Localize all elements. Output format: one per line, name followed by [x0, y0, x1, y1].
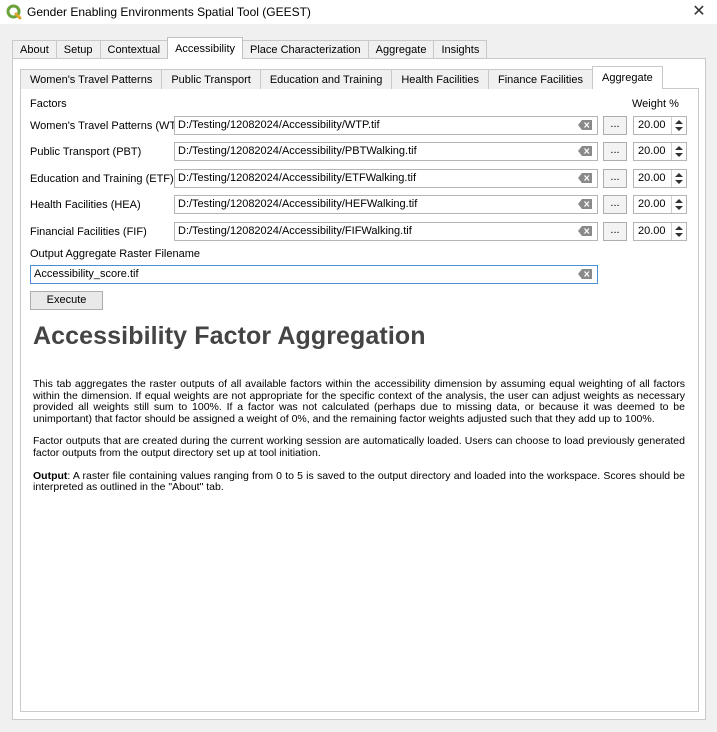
weight-value: 20.00 — [638, 225, 666, 237]
clear-icon[interactable] — [578, 146, 592, 156]
tab-aggregate[interactable]: Aggregate — [367, 40, 435, 59]
subtab-finance-facilities[interactable]: Finance Facilities — [488, 69, 593, 89]
factor-path-text: D:/Testing/12082024/Accessibility/FIFWal… — [178, 225, 412, 237]
spin-arrows-icon[interactable] — [671, 170, 686, 187]
weight-value: 20.00 — [638, 172, 666, 184]
help-paragraph-2: Factor outputs that are created during t… — [33, 435, 685, 459]
subtab-womens-travel-patterns[interactable]: Women's Travel Patterns — [20, 69, 163, 89]
weight-spinbox-etf[interactable]: 20.00 — [633, 169, 687, 188]
factor-path-text: D:/Testing/12082024/Accessibility/WTP.ti… — [178, 119, 380, 131]
subtab-education-and-training[interactable]: Education and Training — [259, 69, 393, 89]
main-tabbar: About Setup Contextual Accessibility Pla… — [12, 37, 488, 59]
output-filename-text: Accessibility_score.tif — [34, 268, 139, 280]
qgis-logo-icon — [6, 4, 22, 20]
factor-path-text: D:/Testing/12082024/Accessibility/PBTWal… — [178, 145, 417, 157]
subtab-aggregate[interactable]: Aggregate — [591, 66, 663, 89]
weight-spinbox-wtp[interactable]: 20.00 — [633, 116, 687, 135]
factor-path-fif[interactable]: D:/Testing/12082024/Accessibility/FIFWal… — [174, 222, 598, 241]
clear-icon[interactable] — [578, 173, 592, 183]
browse-button-etf[interactable]: ... — [603, 169, 627, 188]
factor-label-etf: Education and Training (ETF) — [30, 173, 174, 185]
title-bar: Gender Enabling Environments Spatial Too… — [0, 0, 717, 24]
help-output-text: : A raster file containing values rangin… — [33, 469, 685, 494]
tab-contextual[interactable]: Contextual — [99, 40, 169, 59]
help-document: Accessibility Factor Aggregation This ta… — [33, 318, 685, 494]
weight-spinbox-fif[interactable]: 20.00 — [633, 222, 687, 241]
clear-icon[interactable] — [578, 269, 592, 279]
spin-arrows-icon[interactable] — [671, 223, 686, 240]
weight-value: 20.00 — [638, 119, 666, 131]
help-output-label: Output — [33, 469, 68, 482]
execute-button[interactable]: Execute — [30, 291, 103, 310]
weight-header: Weight % — [632, 98, 679, 110]
tab-place-characterization[interactable]: Place Characterization — [242, 40, 369, 59]
clear-icon[interactable] — [578, 226, 592, 236]
factor-path-text: D:/Testing/12082024/Accessibility/HEFWal… — [178, 198, 418, 210]
factor-label-hea: Health Facilities (HEA) — [30, 199, 141, 211]
browse-button-wtp[interactable]: ... — [603, 116, 627, 135]
factor-label-wtp: Women's Travel Patterns (WTP) — [30, 120, 188, 132]
browse-button-hea[interactable]: ... — [603, 195, 627, 214]
weight-value: 20.00 — [638, 198, 666, 210]
help-paragraph-3: Output: A raster file containing values … — [33, 469, 685, 494]
browse-button-fif[interactable]: ... — [603, 222, 627, 241]
sub-tabbar: Women's Travel Patterns Public Transport… — [20, 66, 663, 89]
weight-value: 20.00 — [638, 145, 666, 157]
tab-insights[interactable]: Insights — [433, 40, 488, 59]
window-title: Gender Enabling Environments Spatial Too… — [27, 5, 311, 19]
spin-arrows-icon[interactable] — [671, 117, 686, 134]
subtab-health-facilities[interactable]: Health Facilities — [391, 69, 489, 89]
subtab-public-transport[interactable]: Public Transport — [161, 69, 261, 89]
tab-accessibility[interactable]: Accessibility — [167, 37, 243, 59]
spin-arrows-icon[interactable] — [671, 143, 686, 160]
factor-label-fif: Financial Facilities (FIF) — [30, 226, 147, 238]
close-icon[interactable]: ✕ — [687, 0, 711, 24]
output-filename-input[interactable]: Accessibility_score.tif — [30, 265, 598, 284]
factors-header: Factors — [30, 98, 67, 110]
output-filename-label: Output Aggregate Raster Filename — [30, 248, 200, 260]
browse-button-pbt[interactable]: ... — [603, 142, 627, 161]
clear-icon[interactable] — [578, 199, 592, 209]
weight-spinbox-hea[interactable]: 20.00 — [633, 195, 687, 214]
tab-about[interactable]: About — [12, 40, 57, 59]
clear-icon[interactable] — [578, 120, 592, 130]
help-heading: Accessibility Factor Aggregation — [33, 322, 426, 350]
factor-label-pbt: Public Transport (PBT) — [30, 146, 142, 158]
tab-setup[interactable]: Setup — [55, 40, 101, 59]
factor-path-etf[interactable]: D:/Testing/12082024/Accessibility/ETFWal… — [174, 169, 598, 188]
factor-path-pbt[interactable]: D:/Testing/12082024/Accessibility/PBTWal… — [174, 142, 598, 161]
weight-spinbox-pbt[interactable]: 20.00 — [633, 142, 687, 161]
spin-arrows-icon[interactable] — [671, 196, 686, 213]
factor-path-wtp[interactable]: D:/Testing/12082024/Accessibility/WTP.ti… — [174, 116, 598, 135]
help-paragraph-1: This tab aggregates the raster outputs o… — [33, 378, 685, 425]
factor-path-text: D:/Testing/12082024/Accessibility/ETFWal… — [178, 172, 417, 184]
factor-path-hea[interactable]: D:/Testing/12082024/Accessibility/HEFWal… — [174, 195, 598, 214]
